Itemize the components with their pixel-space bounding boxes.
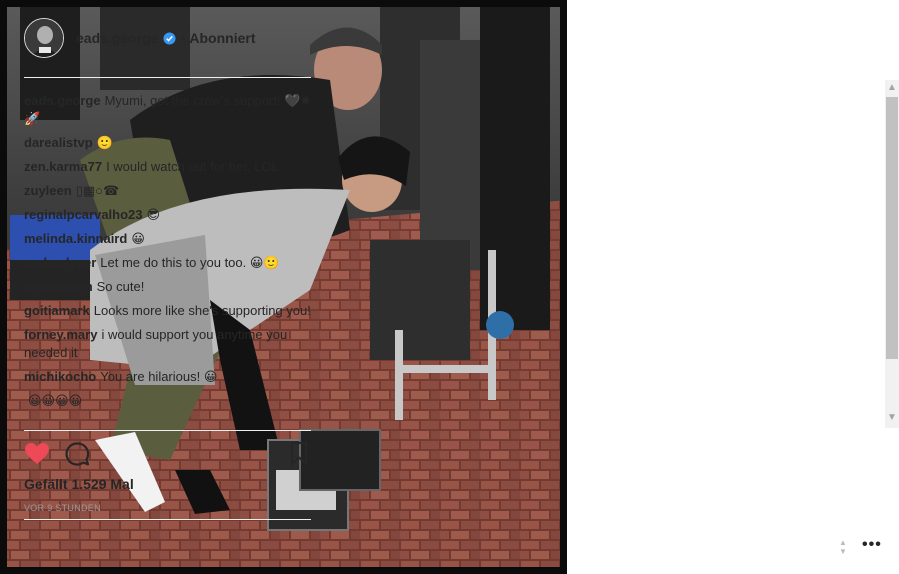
comment-text: So cute! (96, 279, 145, 294)
heart-icon[interactable] (24, 441, 50, 467)
comment-item: zuyleen ▯▦○☎ (24, 182, 314, 200)
follow-status-button[interactable]: Abonniert (189, 30, 255, 46)
comment-username[interactable]: michikocho (24, 369, 96, 384)
comments-scrollbar[interactable]: ▲ ▼ (885, 80, 899, 428)
comment-username[interactable]: zen.karma77 (24, 159, 102, 174)
comment-username[interactable]: reginalpcarvalho23 (24, 207, 143, 222)
likes-count[interactable]: Gefällt 1.529 Mal (24, 476, 134, 492)
comment-item: whiskween So cute! (24, 278, 314, 296)
comment-item: zen.karma77 I would watch out for her, LO… (24, 158, 314, 176)
comment-text: 😀😀😀😀 (28, 393, 83, 408)
comment-text: 😎 (146, 207, 161, 222)
comment-item: reginalpcarvalho23 😎 (24, 206, 314, 224)
comment-bubble-icon[interactable] (64, 441, 90, 467)
comment-username[interactable]: eads.george (24, 93, 101, 108)
mini-scroll-icon[interactable]: ▲ ▼ (838, 538, 848, 558)
post-author-username[interactable]: eads.george (76, 30, 158, 46)
post-header: eads.george • Abonniert (24, 18, 311, 78)
scroll-up-arrow-icon[interactable]: ▲ (887, 83, 897, 93)
comments-list[interactable]: eads.george Myumi, got the crew's support… (24, 88, 314, 428)
comment-item: michikocho You are hilarious! 😀 (24, 368, 314, 386)
verified-badge-icon (163, 31, 177, 45)
post-timestamp[interactable]: VOR 9 STUNDEN (24, 503, 101, 513)
divider (24, 519, 311, 520)
bookmark-icon[interactable] (288, 441, 310, 467)
avatar[interactable] (24, 18, 64, 58)
comment-item: melinda.kinnaird 😀 (24, 230, 314, 248)
comment-text: 🙂 (96, 135, 113, 150)
action-buttons-row (24, 441, 311, 467)
comment-username[interactable]: forney.mary (24, 327, 97, 342)
comment-item: eads.george Myumi, got the crew's support… (24, 92, 314, 128)
header-separator: • (180, 30, 186, 46)
comment-text: Let me do this to you too. 😀🙂 (100, 255, 280, 270)
comment-username[interactable]: carla.olyver (24, 255, 96, 270)
comment-text: You are hilarious! 😀 (100, 369, 218, 384)
comment-item: 😀😀😀😀 (24, 392, 314, 410)
scrollbar-thumb[interactable] (886, 97, 898, 359)
comment-username[interactable]: goitiamark (24, 303, 90, 318)
comment-username[interactable]: zuyleen (24, 183, 72, 198)
comment-item: darealistvp 🙂 (24, 134, 314, 152)
comment-item: goitiamark Looks more like she's supporti… (24, 302, 314, 320)
comment-item: carla.olyver Let me do this to you too. 😀… (24, 254, 314, 272)
comment-text: I would watch out for her, LOL (106, 159, 279, 174)
post-actions: Gefällt 1.529 Mal VOR 9 STUNDEN (24, 430, 311, 520)
comment-item: forney.mary i would support you anytime y… (24, 326, 314, 362)
comment-username[interactable]: whiskween (24, 279, 93, 294)
post-side-panel (567, 0, 899, 574)
comment-text: 😀 (131, 231, 145, 246)
more-options-icon[interactable]: ••• (862, 537, 881, 558)
comment-text: ▯▦○☎ (75, 183, 120, 198)
comment-username[interactable]: darealistvp (24, 135, 93, 150)
avatar-image (25, 19, 63, 57)
comment-text: Looks more like she's supporting you! (93, 303, 311, 318)
scroll-down-arrow-icon[interactable]: ▼ (887, 413, 897, 423)
comment-username[interactable]: melinda.kinnaird (24, 231, 127, 246)
